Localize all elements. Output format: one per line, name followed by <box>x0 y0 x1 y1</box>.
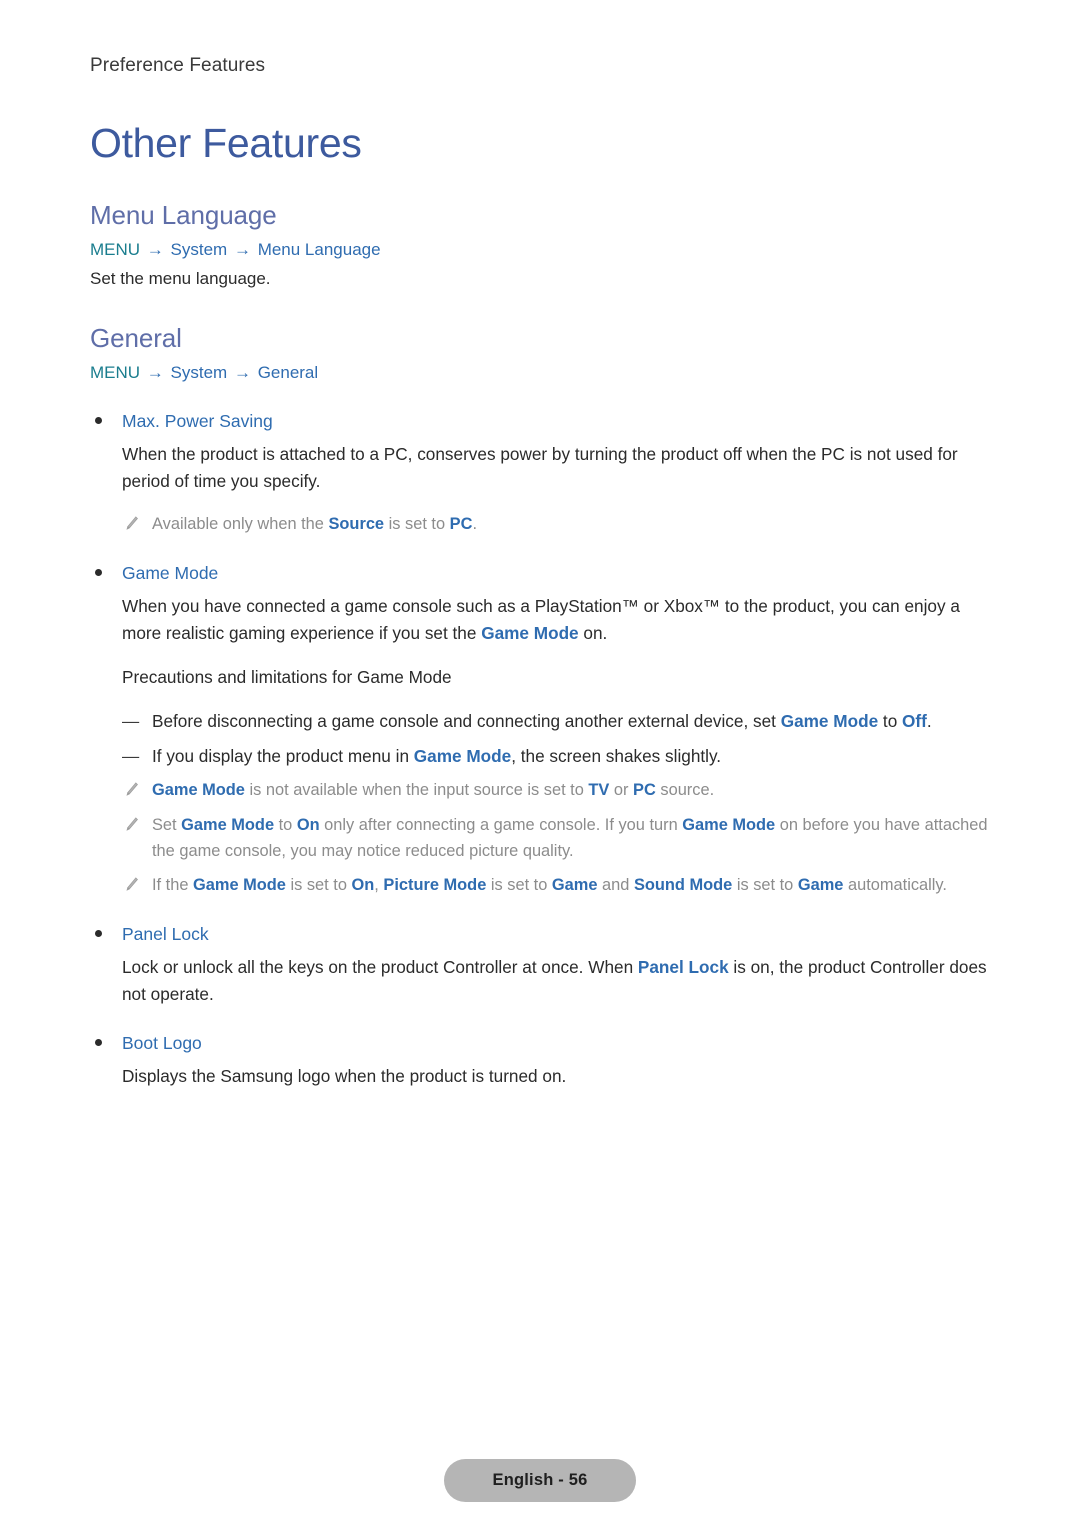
bullet-dot-icon <box>95 416 102 424</box>
menu-path-root: MENU <box>90 240 141 260</box>
feature-name: Boot Logo <box>122 1032 202 1053</box>
note-item: Set Game Mode to On only after connectin… <box>90 813 990 864</box>
dash-item: — If you display the product menu in Gam… <box>90 743 990 770</box>
note-item: Game Mode is not available when the inpu… <box>90 778 990 804</box>
feature-max-power-saving: Max. Power Saving When the product is at… <box>90 408 990 538</box>
dash-text: If you display the product menu in Game … <box>152 745 722 766</box>
feature-boot-logo: Boot Logo Displays the Samsung logo when… <box>90 1030 990 1090</box>
dash-item: — Before disconnecting a game console an… <box>90 708 990 735</box>
dash-marker-icon: — <box>122 745 140 766</box>
pencil-icon <box>126 516 138 530</box>
footer: English - 56 <box>0 1459 1080 1502</box>
feature-subheading: Precautions and limitations for Game Mod… <box>122 666 452 687</box>
feature-heading: Boot Logo <box>90 1030 990 1056</box>
menu-path-arrow: → <box>146 362 164 382</box>
menu-path-general: MENU → System → General <box>90 360 990 386</box>
menu-path-segment-menu-language: Menu Language <box>257 240 381 260</box>
pencil-icon <box>126 817 138 831</box>
feature-name: Max. Power Saving <box>122 410 273 431</box>
note-item: If the Game Mode is set to On, Picture M… <box>90 873 990 899</box>
bullet-dot-icon <box>95 929 102 937</box>
running-header: Preference Features <box>90 55 266 76</box>
section-title-menu-language: Menu Language <box>90 200 277 231</box>
feature-description: Displays the Samsung logo when the produ… <box>122 1065 567 1086</box>
note-text: Set Game Mode to On only after connectin… <box>152 816 988 860</box>
feature-name: Panel Lock <box>122 923 209 944</box>
menu-path-segment-system: System <box>170 240 228 260</box>
page-indicator: English - 56 <box>444 1459 636 1502</box>
note-item: Available only when the Source is set to… <box>90 512 990 538</box>
feature-description: When the product is attached to a PC, co… <box>122 444 958 492</box>
menu-path-segment-system: System <box>170 362 228 382</box>
bullet-dot-icon <box>95 568 102 576</box>
menu-path-arrow: → <box>146 240 164 260</box>
feature-game-mode: Game Mode When you have connected a game… <box>90 560 990 899</box>
note-text: Available only when the Source is set to… <box>152 515 477 534</box>
feature-description: Lock or unlock all the keys on the produ… <box>122 957 987 1004</box>
feature-heading: Max. Power Saving <box>90 408 990 434</box>
note-text: If the Game Mode is set to On, Picture M… <box>152 876 947 895</box>
menu-path-root: MENU <box>90 362 141 382</box>
menu-path-arrow: → <box>233 362 251 382</box>
feature-panel-lock: Panel Lock Lock or unlock all the keys o… <box>90 921 990 1008</box>
section-title-general: General <box>90 322 182 353</box>
feature-name: Game Mode <box>122 562 219 583</box>
document-page: Preference Features Other Features Menu … <box>0 0 1080 1534</box>
pencil-icon <box>126 877 138 892</box>
dash-text: Before disconnecting a game console and … <box>152 710 932 731</box>
bullet-dot-icon <box>95 1038 102 1046</box>
feature-description: When you have connected a game console s… <box>122 595 960 643</box>
menu-path-arrow: → <box>233 240 251 260</box>
dash-marker-icon: — <box>122 710 140 731</box>
note-text: Game Mode is not available when the inpu… <box>152 781 715 800</box>
page-title: Other Features <box>90 120 362 166</box>
feature-heading: Panel Lock <box>90 921 990 947</box>
menu-path-menu-language: MENU → System → Menu Language <box>90 237 990 263</box>
menu-path-segment-general: General <box>257 362 319 382</box>
pencil-icon <box>126 782 138 797</box>
feature-heading: Game Mode <box>90 560 990 586</box>
menu-language-description: Set the menu language. <box>90 269 271 289</box>
